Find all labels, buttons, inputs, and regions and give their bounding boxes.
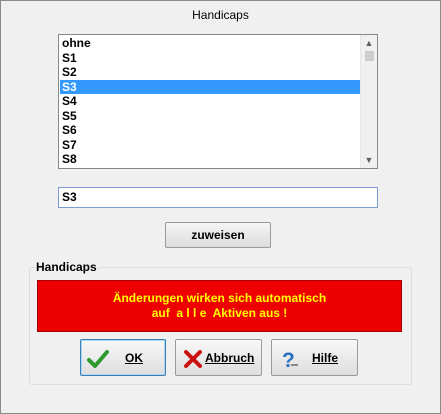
selected-handicap-field[interactable]: S3 — [58, 187, 378, 208]
list-item[interactable]: S4 — [60, 94, 362, 109]
list-item[interactable]: S8 — [60, 152, 362, 167]
cross-icon — [184, 350, 202, 368]
help-label: Hilfe — [312, 351, 339, 365]
cancel-label: Abbruch — [205, 351, 255, 365]
list-item[interactable]: S2 — [60, 65, 362, 80]
help-button[interactable]: ? Hilfe — [271, 339, 358, 376]
window-title: Handicaps — [192, 8, 249, 22]
scroll-thumb[interactable] — [365, 51, 374, 61]
scroll-up-icon[interactable]: ▲ — [361, 35, 377, 51]
assign-button[interactable]: zuweisen — [165, 222, 271, 248]
scroll-down-icon[interactable]: ▼ — [361, 152, 377, 168]
handicap-listbox[interactable]: ohneS1S2S3S4S5S6S7S8S9 ▲ ▼ — [58, 34, 378, 169]
warning-line-1: Änderungen wirken sich automatisch — [112, 291, 327, 305]
list-item[interactable]: S1 — [60, 51, 362, 66]
list-item[interactable]: S9 — [60, 167, 362, 168]
checkmark-icon — [87, 350, 109, 368]
warning-banner: Änderungen wirken sich automatisch auf a… — [37, 280, 402, 332]
vertical-scrollbar[interactable]: ▲ ▼ — [360, 35, 377, 168]
groupbox-label: Handicaps — [34, 260, 99, 274]
handicaps-dialog: Handicaps ohneS1S2S3S4S5S6S7S8S9 ▲ ▼ S3 … — [0, 0, 441, 414]
ok-button[interactable]: OK — [80, 339, 166, 376]
cancel-button[interactable]: Abbruch — [175, 339, 262, 376]
list-item[interactable]: S6 — [60, 123, 362, 138]
warning-line-2: auf a l l e Aktiven aus ! — [151, 306, 288, 320]
list-item[interactable]: S7 — [60, 138, 362, 153]
list-item[interactable]: ohne — [60, 36, 362, 51]
title-bar[interactable]: Handicaps — [1, 1, 440, 27]
ok-label: OK — [125, 351, 143, 365]
question-icon: ? — [282, 349, 298, 370]
listbox-items: ohneS1S2S3S4S5S6S7S8S9 — [60, 36, 362, 168]
svg-text:?: ? — [282, 349, 295, 370]
list-item[interactable]: S3 — [60, 79, 362, 94]
list-item[interactable]: S5 — [60, 109, 362, 124]
